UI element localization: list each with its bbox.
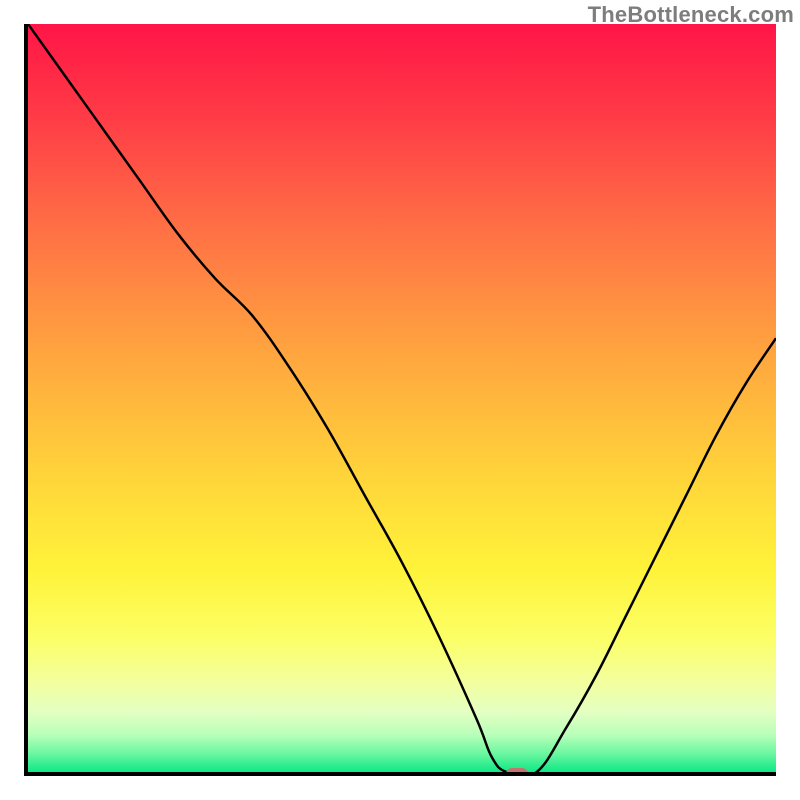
optimal-marker (506, 768, 528, 776)
plot-area (24, 24, 776, 776)
curve-layer (28, 24, 776, 772)
bottleneck-curve (28, 24, 776, 772)
chart-container: TheBottleneck.com (0, 0, 800, 800)
